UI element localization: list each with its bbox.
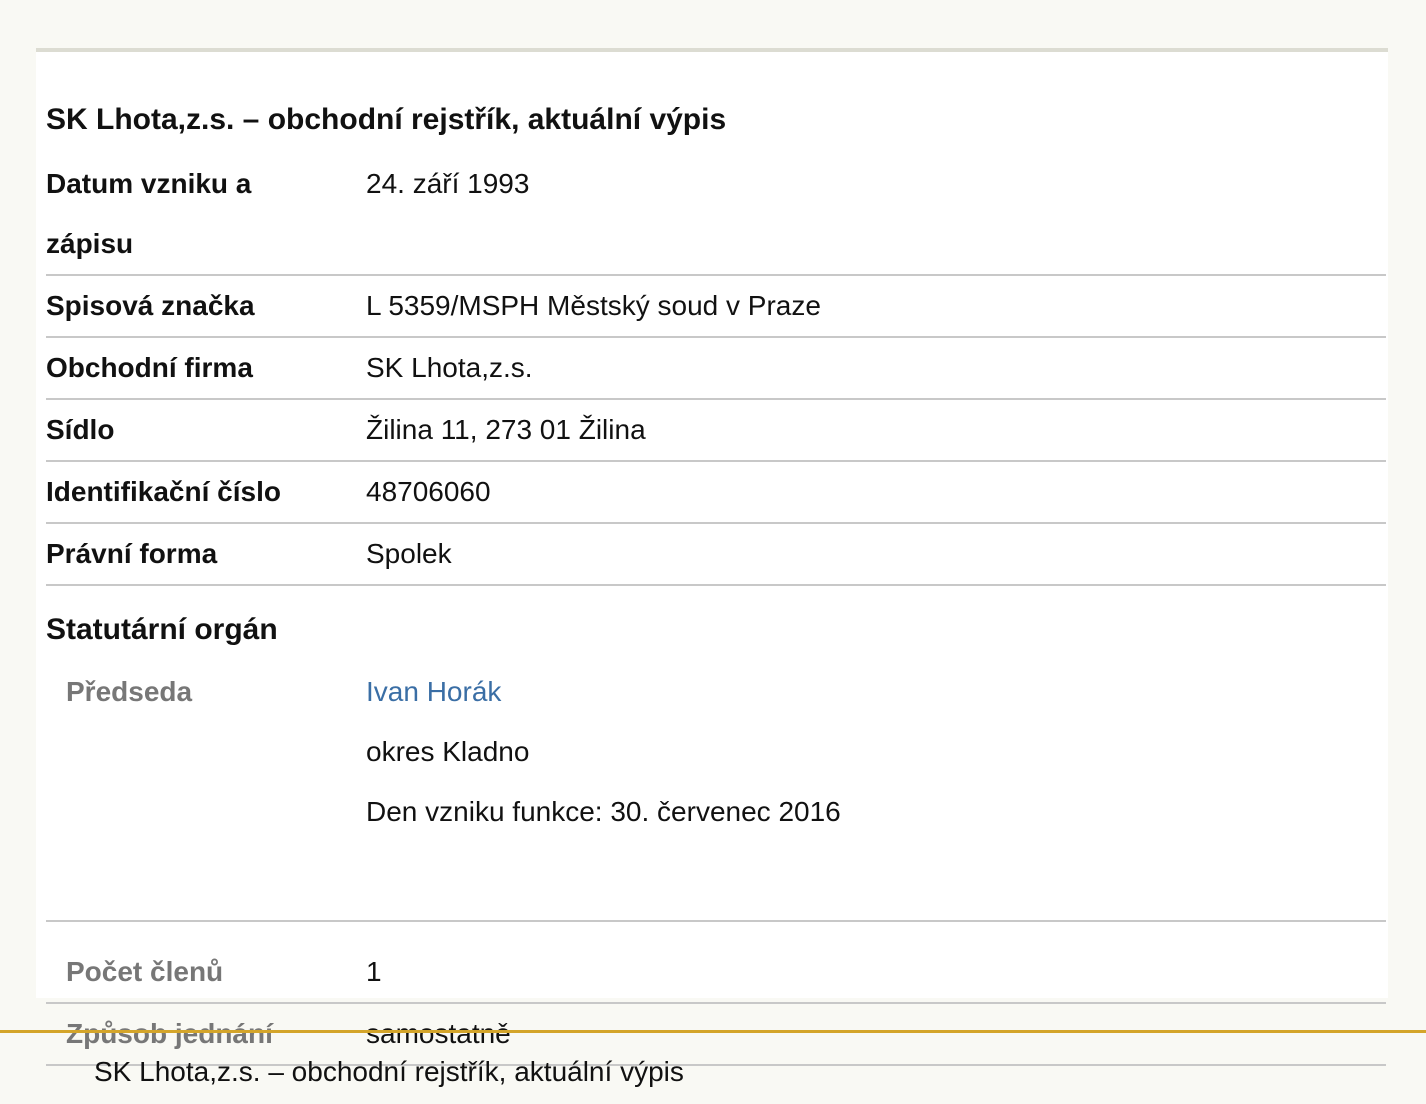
row-id-number: Identifikační číslo 48706060 <box>46 462 1386 524</box>
footer-divider <box>0 1030 1426 1033</box>
chair-since: Den vzniku funkce: 30. červenec 2016 <box>366 796 841 827</box>
row-value: Ivan Horák okres Kladno Den vzniku funkc… <box>366 662 1386 920</box>
row-label: Právní forma <box>46 538 218 569</box>
chair-district: okres Kladno <box>366 736 530 767</box>
footer-caption: SK Lhota,z.s. – obchodní rejstřík, aktuá… <box>94 1056 684 1087</box>
row-seat: Sídlo Žilina 11, 273 01 Žilina <box>46 400 1386 462</box>
row-label: Identifikační číslo <box>46 476 281 507</box>
row-member-count: Počet členů 1 <box>46 922 1386 1004</box>
row-value: 48706060 <box>366 476 491 507</box>
row-label: Předseda <box>66 676 193 707</box>
row-label: Počet členů <box>66 956 224 987</box>
row-value: Žilina 11, 273 01 Žilina <box>366 414 646 445</box>
row-legal-form: Právní forma Spolek <box>46 524 1386 586</box>
row-label: Spisová značka <box>46 290 255 321</box>
row-founding-date: Datum vzniku a zápisu 24. září 1993 <box>46 154 1386 276</box>
page-title: SK Lhota,z.s. – obchodní rejstřík, aktuá… <box>46 103 727 136</box>
row-value: 24. září 1993 <box>366 168 530 199</box>
row-chair: Předseda Ivan Horák okres Kladno Den vzn… <box>46 662 1386 922</box>
row-label: Datum vzniku a zápisu <box>46 168 252 259</box>
row-value: 1 <box>366 956 382 987</box>
row-label: Sídlo <box>46 414 115 445</box>
row-value: L 5359/MSPH Městský soud v Praze <box>366 290 821 321</box>
register-table: Datum vzniku a zápisu 24. září 1993 Spis… <box>46 154 1386 1066</box>
row-value: Spolek <box>366 538 452 569</box>
row-value: SK Lhota,z.s. <box>366 352 533 383</box>
chair-name-link[interactable]: Ivan Horák <box>366 676 501 707</box>
statutory-body-heading: Statutární orgán <box>46 613 278 646</box>
row-file-number: Spisová značka L 5359/MSPH Městský soud … <box>46 276 1386 338</box>
register-extract-panel: SK Lhota,z.s. – obchodní rejstřík, aktuá… <box>36 48 1388 1066</box>
row-label: Obchodní firma <box>46 352 253 383</box>
row-business-name: Obchodní firma SK Lhota,z.s. <box>46 338 1386 400</box>
